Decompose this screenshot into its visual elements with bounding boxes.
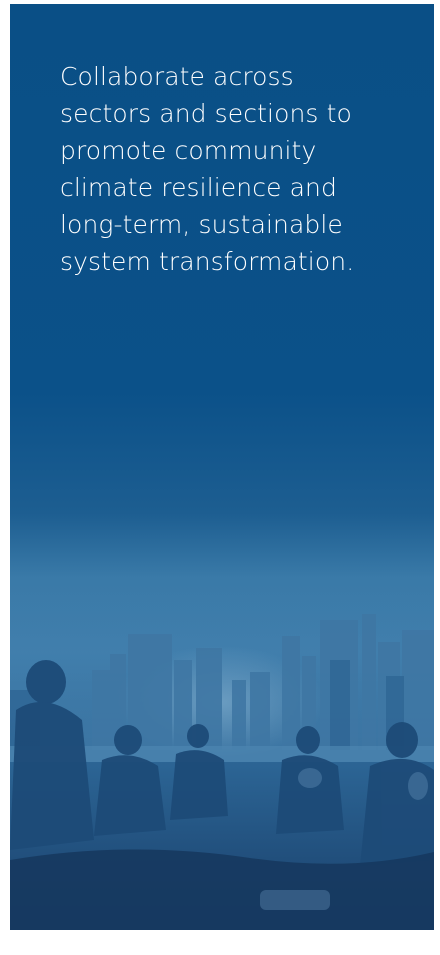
community-gathering-photo — [10, 590, 434, 930]
statement-line: Collaborate across — [60, 62, 294, 91]
statement-line: long-term, sustainable — [60, 210, 343, 239]
mission-statement: Collaborate across sectors and sections … — [60, 58, 430, 280]
statement-line: promote community — [60, 136, 317, 165]
statement-line: climate resilience and — [60, 173, 337, 202]
statement-line: sectors and sections to — [60, 99, 352, 128]
skyline-and-people-illustration — [10, 590, 434, 930]
statement-line: system transformation. — [60, 247, 355, 276]
brochure-panel: Collaborate across sectors and sections … — [10, 4, 434, 930]
